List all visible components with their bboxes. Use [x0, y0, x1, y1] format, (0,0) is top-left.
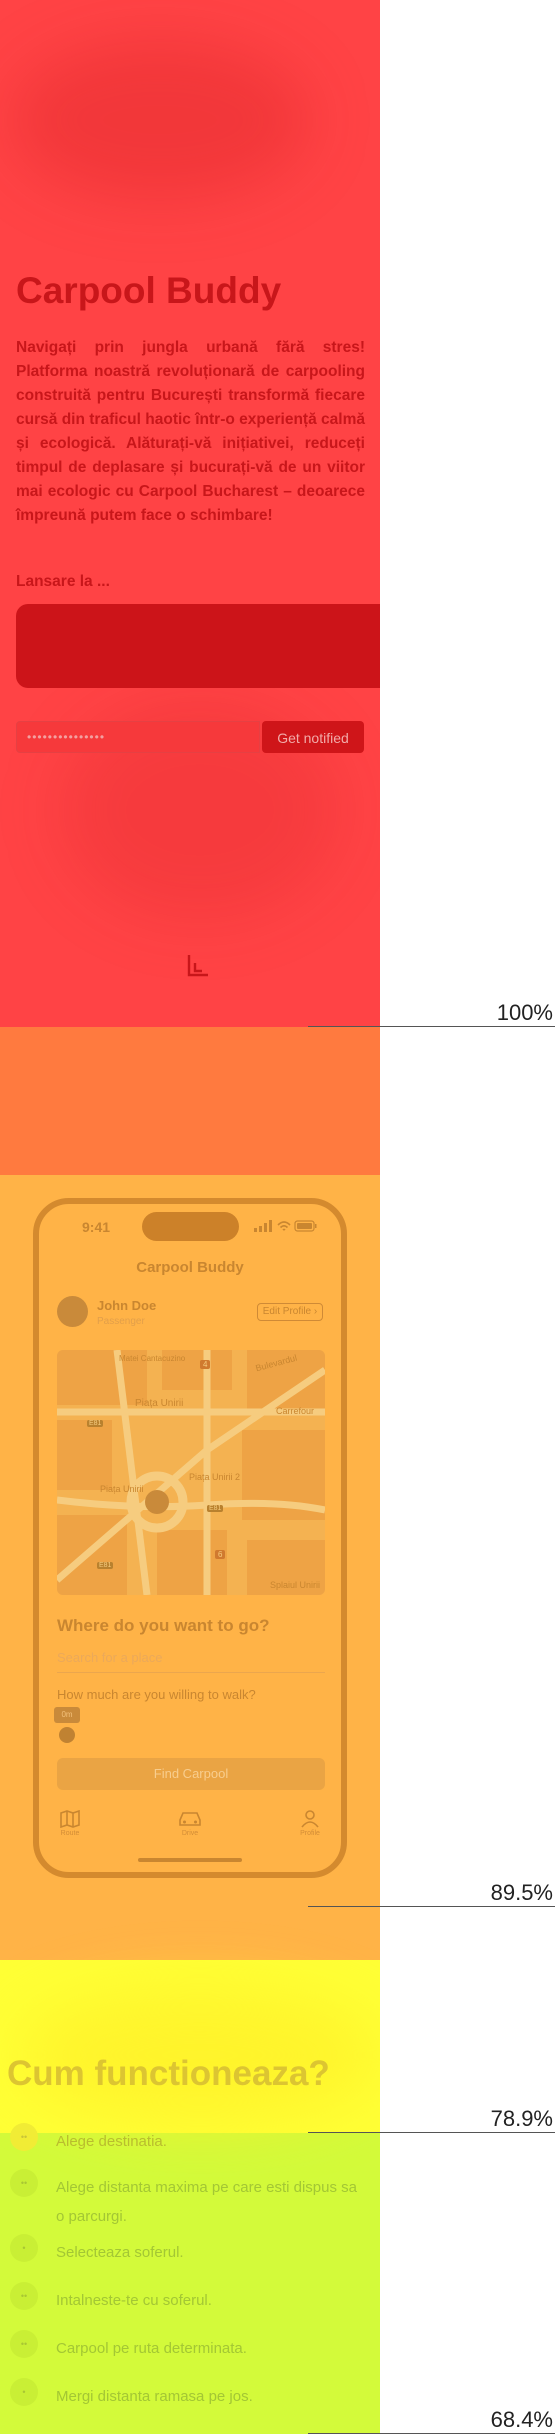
tab-profile[interactable]: Profile	[290, 1810, 330, 1837]
tab-drive[interactable]: Drive	[170, 1810, 210, 1837]
map-label: Piața Unirii	[100, 1484, 144, 1494]
indicator-label: 78.9%	[490, 2106, 553, 2131]
battery-icon	[294, 1220, 317, 1232]
user-role: Passenger	[97, 1316, 145, 1327]
email-field[interactable]: •••••••••••••••	[16, 721, 260, 753]
step-label: Intalneste-te cu soferul.	[56, 2292, 212, 2309]
car-icon	[179, 1812, 201, 1826]
map-label: Splaiul Unirii	[270, 1580, 321, 1590]
map-badge: 6	[215, 1550, 226, 1559]
app-title: Carpool Buddy	[136, 1259, 244, 1276]
map-icon	[60, 1810, 80, 1828]
profile-icon	[301, 1810, 319, 1828]
place-search-input[interactable]: Search for a place	[57, 1646, 325, 1673]
step-label: Carpool pe ruta determinata.	[56, 2340, 247, 2357]
hero-glow	[10, 40, 310, 200]
scroll-indicator	[308, 1026, 555, 1027]
indicator-label: 89.5%	[490, 1880, 553, 1905]
edit-profile-label: Edit Profile	[262, 1306, 312, 1317]
map-badge: E81	[97, 1562, 114, 1569]
scroll-indicator	[308, 1906, 555, 1907]
tab-label: Drive	[181, 1830, 199, 1837]
step-label: Mergi distanta ramasa pe jos.	[56, 2388, 253, 2405]
step-label: Alege distanta maxima pe care esti dispu…	[56, 2179, 357, 2225]
hero-description: Navigați prin jungla urbană fără stres! …	[16, 339, 365, 524]
map-view[interactable]: Matei Cantacuzino Bulevardul Piața Uniri…	[57, 1350, 325, 1595]
edit-profile-button[interactable]: Edit Profile ›	[257, 1303, 323, 1321]
map-label: Piața Unirii	[135, 1398, 184, 1409]
home-indicator	[138, 1858, 242, 1862]
tab-label: Route	[60, 1830, 80, 1837]
step-badge: ••	[10, 2282, 38, 2310]
map-badge: E81	[207, 1505, 224, 1512]
launch-label: Lansare la ...	[16, 573, 110, 590]
wifi-icon	[277, 1221, 291, 1231]
signal-icon	[254, 1220, 272, 1232]
walk-distance-value: 0m	[54, 1707, 80, 1723]
walk-question: How much are you willing to walk?	[57, 1687, 256, 1702]
dynamic-island	[142, 1212, 239, 1241]
mouse-scroll-icon[interactable]	[186, 953, 211, 985]
hero-title: Carpool Buddy	[16, 270, 282, 311]
avatar[interactable]	[57, 1296, 88, 1327]
launch-countdown	[16, 604, 380, 688]
where-title: Where do you want to go?	[57, 1616, 270, 1635]
step-badge: ••	[10, 2330, 38, 2358]
find-carpool-button[interactable]: Find Carpool	[57, 1758, 325, 1790]
landing-page: Carpool Buddy Navigați prin jungla urban…	[0, 0, 380, 2434]
get-notified-button[interactable]: Get notified	[262, 721, 364, 753]
indicator-label: 68.4%	[490, 2407, 553, 2432]
walk-distance-slider[interactable]	[59, 1727, 75, 1743]
phone-time: 9:41	[82, 1219, 111, 1235]
step-badge: •	[10, 2234, 38, 2262]
indicator-label: 100%	[496, 1000, 553, 1025]
transition-band	[0, 1027, 380, 1175]
map-badge: 4	[200, 1360, 211, 1369]
scroll-indicator	[308, 2132, 555, 2133]
map-label: Piața Unirii 2	[189, 1472, 241, 1482]
tab-label: Profile	[300, 1830, 320, 1837]
step-badge: ••	[10, 2169, 38, 2197]
map-label: Carrefour	[276, 1406, 315, 1416]
step-badge: •	[10, 2378, 38, 2406]
map-badge: E81	[87, 1420, 104, 1427]
step-badge: ••	[10, 2123, 38, 2151]
tab-route[interactable]: Route	[50, 1810, 90, 1837]
map-label: Matei Cantacuzino	[119, 1354, 186, 1363]
map-roundabout-center	[145, 1490, 169, 1514]
step-label: Selecteaza soferul.	[56, 2244, 184, 2261]
user-name: John Doe	[97, 1298, 157, 1313]
status-bar-icons	[254, 1220, 317, 1232]
how-it-works-title: Cum functioneaza?	[7, 2054, 330, 2093]
